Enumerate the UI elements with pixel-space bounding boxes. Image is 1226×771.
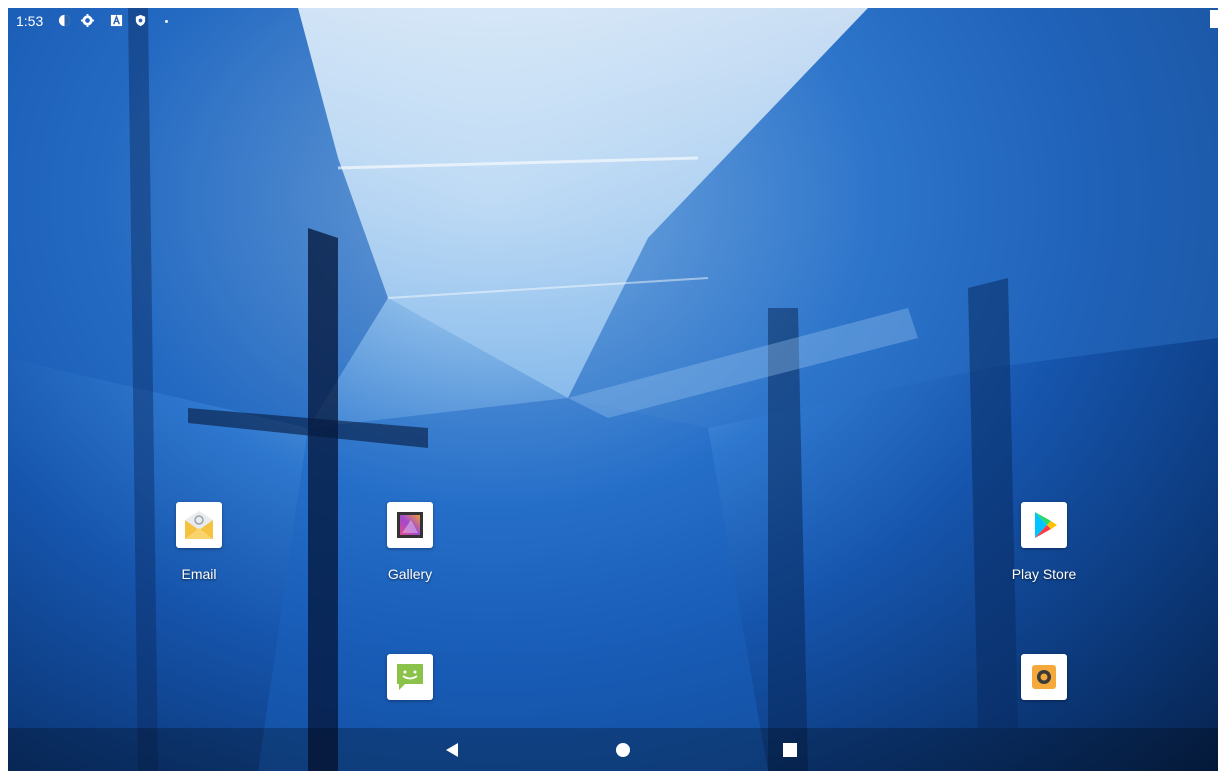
play-store-icon[interactable] [1021,502,1067,548]
app-play-store[interactable]: Play Store [994,502,1094,582]
home-button[interactable] [593,728,653,771]
back-button[interactable] [422,728,482,771]
recents-icon[interactable] [782,742,798,758]
back-icon[interactable] [444,742,460,758]
home-screen: 1:53 Email Gallery Play Store [8,8,1218,771]
home-icon[interactable] [615,742,631,758]
status-bar: 1:53 [8,8,1218,34]
messaging-icon[interactable] [387,654,433,700]
email-icon[interactable] [176,502,222,548]
app-label: Play Store [1011,566,1077,582]
app-messaging[interactable] [360,654,460,700]
settings-icon [81,14,94,27]
app-email[interactable]: Email [149,502,249,582]
app-label: Email [181,566,217,582]
recents-button[interactable] [760,728,820,771]
gallery-icon[interactable] [387,502,433,548]
shield-icon [135,14,146,27]
status-time: 1:53 [16,13,44,29]
app-gallery[interactable]: Gallery [360,502,460,582]
a-icon [110,14,123,27]
navigation-bar [8,728,1218,771]
app-label: Gallery [387,566,433,582]
privacy-icon [58,14,71,27]
camera-icon[interactable] [1021,654,1067,700]
battery-icon [1210,10,1218,28]
app-camera[interactable] [994,654,1094,700]
dot-icon [165,19,168,23]
